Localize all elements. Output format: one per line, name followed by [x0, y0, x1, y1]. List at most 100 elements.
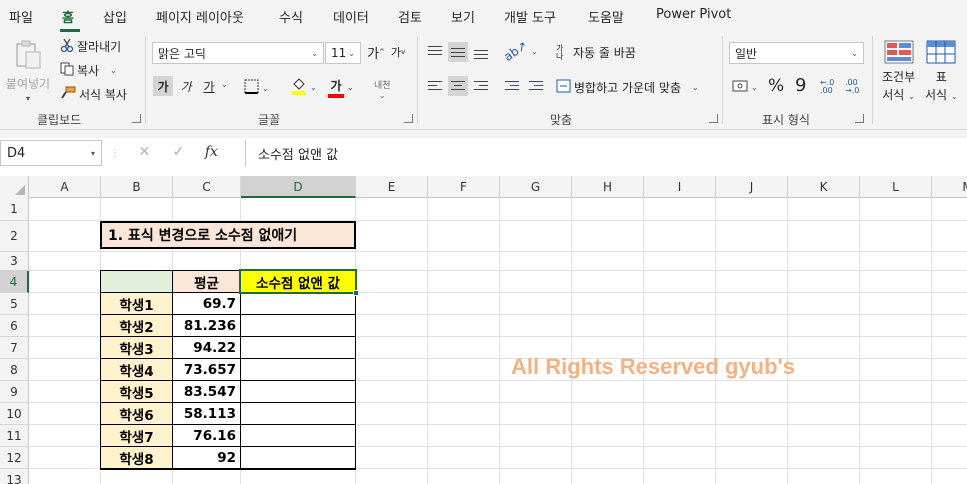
no-decimal-value-cell[interactable] — [240, 314, 356, 337]
column-header-c[interactable]: C — [173, 176, 241, 198]
student-name-cell[interactable]: 학생6 — [100, 402, 173, 425]
font-size-select[interactable]: 11 ⌄ — [325, 42, 361, 64]
row-header-10[interactable]: 10 — [0, 403, 29, 425]
header-cell-no-decimal[interactable]: 소수점 없앤 값 — [240, 270, 356, 293]
section-title-cell[interactable]: 1. 표식 변경으로 소수점 없애기 — [100, 221, 356, 249]
insert-function-icon[interactable]: fx — [205, 144, 218, 160]
student-name-cell[interactable]: 학생2 — [100, 314, 173, 337]
cancel-icon[interactable]: ✕ — [138, 144, 150, 160]
select-all-button[interactable] — [0, 176, 29, 198]
shrink-font-button[interactable]: 가v — [388, 42, 408, 62]
decrease-decimal-button[interactable]: .00 →.0 — [845, 79, 859, 95]
average-value-cell[interactable]: 83.547 — [172, 380, 241, 403]
row-header-1[interactable]: 1 — [0, 198, 29, 221]
conditional-format-button[interactable]: 조건부 서식 ⌄ — [882, 40, 915, 103]
row-header-2[interactable]: 2 — [0, 221, 29, 252]
no-decimal-value-cell[interactable] — [240, 424, 356, 447]
tab-help[interactable]: 도움말 — [588, 7, 624, 26]
row-header-7[interactable]: 7 — [0, 337, 29, 359]
row-header-11[interactable]: 11 — [0, 425, 29, 447]
font-name-select[interactable]: 맑은 고딕 ⌄ — [152, 42, 324, 64]
accounting-format-button[interactable]: ⌄ — [732, 79, 758, 96]
student-name-cell[interactable]: 학생7 — [100, 424, 173, 447]
column-header-l[interactable]: L — [860, 176, 932, 198]
student-name-cell[interactable]: 학생4 — [100, 358, 173, 381]
column-header-a[interactable]: A — [29, 176, 101, 198]
header-cell-average[interactable]: 평균 — [172, 270, 241, 293]
row-header-4[interactable]: 4 — [0, 271, 29, 293]
merge-center-button[interactable]: 병합하고 가운데 맞춤 ⌄ — [556, 79, 699, 96]
tab-insert[interactable]: 삽입 — [103, 7, 127, 26]
align-left-button[interactable] — [425, 76, 445, 96]
wrap-text-button[interactable]: 가나 자동 줄 바꿈 — [556, 44, 636, 61]
align-middle-button[interactable] — [448, 42, 468, 62]
column-header-h[interactable]: H — [572, 176, 644, 198]
number-launcher-icon[interactable] — [855, 114, 864, 123]
bold-button[interactable]: 가 — [153, 76, 173, 96]
grow-font-button[interactable]: 가 ^ — [366, 42, 386, 62]
fill-handle[interactable] — [353, 290, 359, 296]
tab-review[interactable]: 검토 — [398, 7, 422, 26]
row-header-3[interactable]: 3 — [0, 252, 29, 271]
column-header-e[interactable]: E — [356, 176, 428, 198]
fill-color-button[interactable]: ⌄ — [291, 77, 317, 98]
font-launcher-icon[interactable] — [404, 114, 413, 123]
comma-style-button[interactable]: 9 — [795, 75, 806, 96]
column-header-k[interactable]: K — [788, 176, 860, 198]
percent-button[interactable]: % — [768, 76, 784, 96]
average-value-cell[interactable]: 81.236 — [172, 314, 241, 337]
no-decimal-value-cell[interactable] — [240, 380, 356, 403]
tab-developer[interactable]: 개발 도구 — [504, 7, 556, 26]
format-as-table-button[interactable]: 표 서식 ⌄ — [925, 40, 958, 103]
number-format-select[interactable]: 일반 ⌄ — [729, 42, 864, 64]
increase-indent-button[interactable] — [526, 76, 546, 96]
align-center-button[interactable] — [448, 76, 468, 96]
border-button[interactable]: ⌄ — [244, 79, 269, 97]
align-right-button[interactable] — [471, 76, 491, 96]
no-decimal-value-cell[interactable] — [240, 292, 356, 315]
no-decimal-value-cell[interactable] — [240, 336, 356, 359]
row-header-13[interactable]: 13 — [0, 469, 29, 484]
phonetic-button[interactable]: 내천 ⌄ — [374, 78, 391, 100]
tab-power-pivot[interactable]: Power Pivot — [656, 7, 731, 22]
no-decimal-value-cell[interactable] — [240, 446, 356, 470]
column-header-i[interactable]: I — [644, 176, 716, 198]
chevron-down-icon[interactable]: ⌄ — [221, 80, 228, 89]
name-box[interactable]: D4 ▾ — [0, 140, 102, 166]
alignment-launcher-icon[interactable] — [709, 114, 718, 123]
column-header-b[interactable]: B — [101, 176, 173, 198]
row-header-9[interactable]: 9 — [0, 381, 29, 403]
align-bottom-button[interactable] — [471, 42, 491, 62]
formula-input[interactable]: 소수점 없앤 값 — [245, 140, 967, 166]
student-name-cell[interactable]: 학생3 — [100, 336, 173, 359]
tab-formulas[interactable]: 수식 — [279, 7, 303, 26]
format-painter-button[interactable]: 서식 복사 — [60, 86, 127, 103]
column-header-m[interactable]: M — [932, 176, 967, 198]
align-top-button[interactable] — [425, 42, 445, 62]
average-value-cell[interactable]: 58.113 — [172, 402, 241, 425]
font-color-button[interactable]: 가 ⌄ — [328, 77, 354, 98]
underline-button[interactable]: 가 — [199, 76, 219, 96]
student-name-cell[interactable]: 학생5 — [100, 380, 173, 403]
paste-button[interactable]: 붙여넣기 ▾ — [6, 40, 50, 103]
no-decimal-value-cell[interactable] — [240, 358, 356, 381]
cut-button[interactable]: 잘라내기 — [60, 38, 121, 55]
average-value-cell[interactable]: 92 — [172, 446, 241, 470]
decrease-indent-button[interactable] — [502, 76, 522, 96]
tab-page-layout[interactable]: 페이지 레이아웃 — [156, 7, 244, 26]
enter-icon[interactable]: ✓ — [173, 144, 185, 160]
average-value-cell[interactable]: 69.7 — [172, 292, 241, 315]
column-header-j[interactable]: J — [716, 176, 788, 198]
row-header-12[interactable]: 12 — [0, 447, 29, 469]
student-name-cell[interactable]: 학생8 — [100, 446, 173, 470]
increase-decimal-button[interactable]: ←.0.00 — [820, 79, 834, 95]
header-cell-b[interactable] — [100, 270, 173, 293]
orientation-button[interactable]: ab↗ ⌄ — [501, 38, 537, 64]
italic-button[interactable]: 가 — [176, 76, 196, 96]
tab-view[interactable]: 보기 — [451, 7, 475, 26]
student-name-cell[interactable]: 학생1 — [100, 292, 173, 315]
tab-data[interactable]: 데이터 — [333, 7, 369, 26]
column-header-d[interactable]: D — [241, 176, 356, 198]
average-value-cell[interactable]: 76.16 — [172, 424, 241, 447]
column-header-f[interactable]: F — [428, 176, 500, 198]
